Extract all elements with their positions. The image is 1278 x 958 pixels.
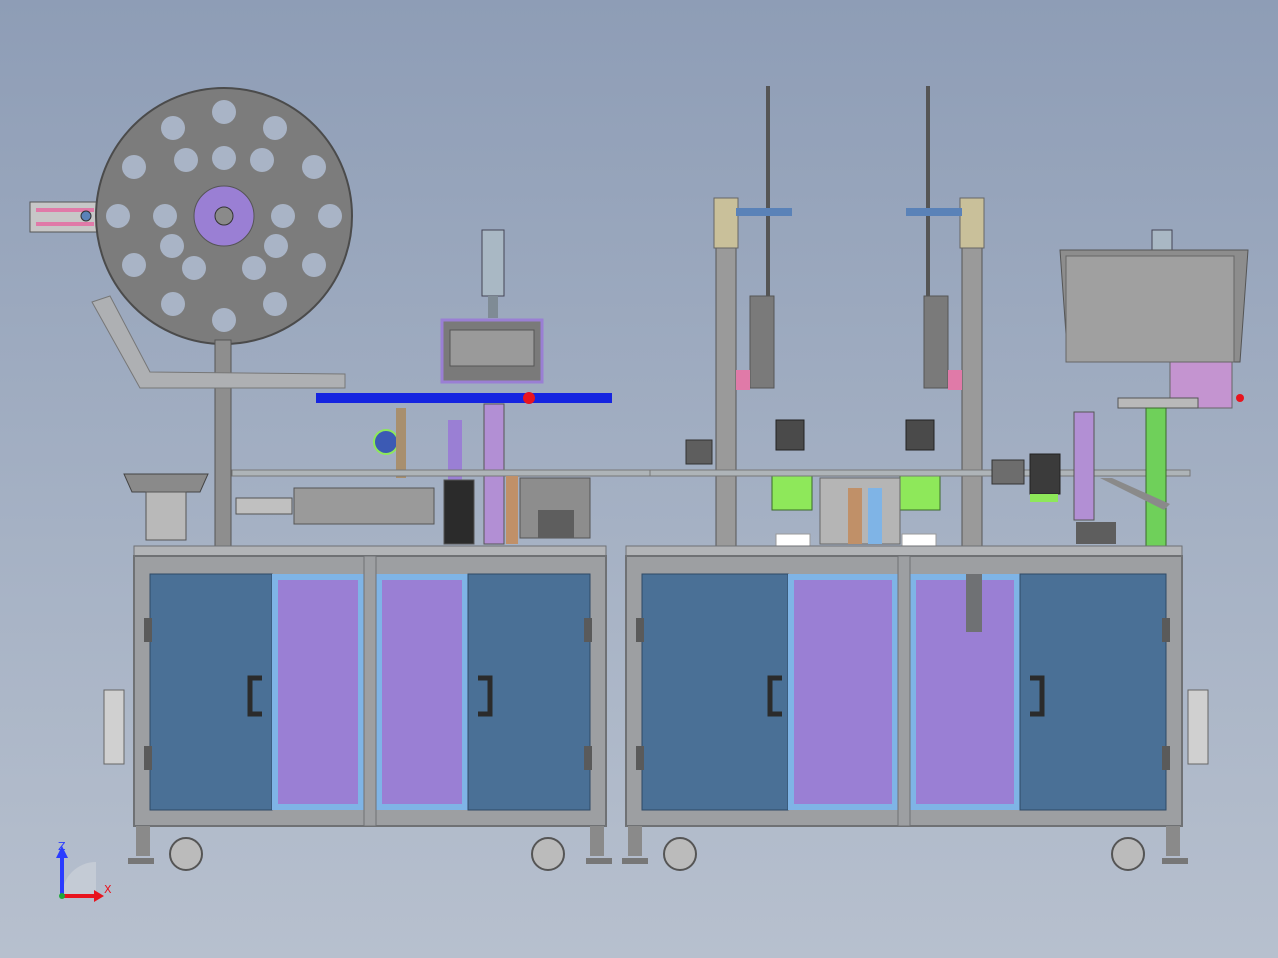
y-axis-dot: [59, 893, 65, 899]
tower-left: [715, 231, 737, 549]
output-hopper-base: [538, 510, 574, 538]
dancer-clamp: [948, 370, 962, 390]
foot: [128, 858, 154, 864]
axis-triad-icon[interactable]: Z X: [56, 840, 112, 902]
door-purple[interactable]: [382, 580, 462, 804]
motor-block: [235, 497, 293, 515]
caster-wheel-icon: [169, 837, 203, 871]
spool-axle-right: [906, 208, 962, 216]
reel-axle: [214, 206, 234, 226]
hood-inner: [1065, 255, 1235, 363]
feeder-bowl-top: [123, 473, 209, 493]
motor-right-a: [991, 459, 1025, 485]
hinge: [636, 746, 644, 770]
tape-strip-right: [926, 86, 930, 298]
motor-right-b: [1029, 453, 1061, 495]
left-tabletop: [133, 545, 607, 557]
door-purple[interactable]: [794, 580, 892, 804]
indicator-red: [1236, 394, 1244, 402]
reel-stand: [214, 339, 232, 549]
door-blue-right[interactable]: [467, 573, 591, 811]
spool-axle-left: [736, 208, 792, 216]
tower-cap-right: [959, 197, 985, 249]
z-axis-label: Z: [58, 840, 66, 853]
air-filter-regulator: [103, 689, 125, 765]
caster-wheel-icon: [1111, 837, 1145, 871]
support-post-tan: [506, 476, 518, 544]
cylinder-right: [1073, 411, 1095, 521]
tape-strip-left: [766, 86, 770, 298]
tower-right: [961, 231, 983, 549]
caster-wheel-icon: [663, 837, 697, 871]
machine-drawing: Z X: [29, 86, 1249, 902]
door-purple[interactable]: [916, 580, 1014, 804]
door-blue-left[interactable]: [149, 573, 273, 811]
turntable-shaft: [1145, 407, 1167, 549]
label-arm: [396, 408, 406, 478]
hinge: [584, 746, 592, 770]
cutter-block: [443, 479, 475, 545]
foot: [1162, 858, 1188, 864]
hinge: [144, 746, 152, 770]
foot: [586, 858, 612, 864]
reel-bracket-rail: [36, 222, 94, 226]
right-cabinet: [622, 545, 1209, 871]
axis-quadrant: [62, 862, 96, 896]
cad-viewport[interactable]: Z X: [0, 0, 1278, 958]
right-tabletop: [625, 545, 1183, 557]
reel-bracket-bolt: [80, 210, 92, 222]
leg: [628, 826, 642, 856]
foot: [622, 858, 648, 864]
left-cabinet: [103, 545, 612, 871]
drop-bar: [966, 574, 982, 632]
door-purple[interactable]: [278, 580, 358, 804]
center-post-blue: [868, 488, 882, 544]
door-blue-left[interactable]: [641, 573, 789, 811]
press-cylinder: [481, 229, 505, 297]
stepper-motor-left: [775, 419, 805, 451]
hinge: [636, 618, 644, 642]
feeder-bowl-base: [145, 491, 187, 541]
x-axis-arrow: [94, 890, 104, 902]
conveyor-rail: [231, 469, 653, 477]
motor-right-green: [1030, 494, 1058, 502]
dancer-right: [923, 295, 949, 389]
leg: [590, 826, 604, 856]
nozzle-white-right: [901, 533, 937, 547]
dancer-left: [749, 295, 775, 389]
turntable-plate: [1117, 397, 1199, 409]
nozzle-white-left: [775, 533, 811, 547]
valve-block: [685, 439, 713, 465]
caster-wheel-icon: [531, 837, 565, 871]
label-roll: [373, 429, 399, 455]
label-strip: [316, 393, 612, 403]
conveyor-body: [293, 487, 435, 525]
leg: [136, 826, 150, 856]
box-dark: [1076, 522, 1116, 544]
center-post: [897, 555, 911, 827]
press-head-plate: [449, 329, 535, 367]
center-post-tan: [848, 488, 862, 544]
air-filter-regulator: [1187, 689, 1209, 765]
dancer-clamp: [736, 370, 750, 390]
sensor-dot: [523, 392, 535, 404]
hinge: [1162, 746, 1170, 770]
center-post: [363, 555, 377, 827]
x-axis-label: X: [104, 883, 112, 896]
tower-cap-left: [713, 197, 739, 249]
leg: [1166, 826, 1180, 856]
hinge: [584, 618, 592, 642]
press-rod: [488, 296, 498, 318]
hood-fitting: [1151, 229, 1173, 251]
right-station: [649, 86, 1249, 549]
stepper-motor-right: [905, 419, 935, 451]
hinge: [144, 618, 152, 642]
hinge: [1162, 618, 1170, 642]
conveyor-rail-right: [649, 469, 1191, 477]
